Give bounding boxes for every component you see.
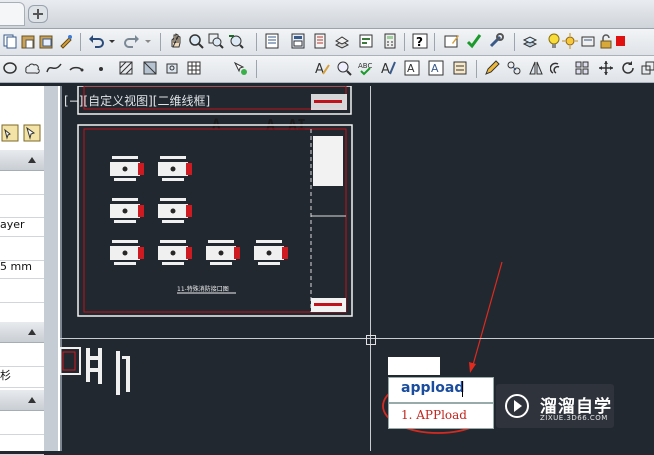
layer-manager-icon[interactable] <box>522 33 538 49</box>
collapse-icon <box>28 329 36 335</box>
move-arrows-icon[interactable] <box>598 60 614 76</box>
viewport-label[interactable]: [−][自定义视图][二维线框] <box>64 92 210 109</box>
tool-palettes-icon[interactable] <box>312 33 328 49</box>
circle-tool-icon[interactable] <box>2 60 18 76</box>
text-align-icon[interactable]: A <box>380 60 396 76</box>
play-logo-icon <box>505 394 529 418</box>
justify-text-icon[interactable]: A <box>428 60 444 76</box>
palette-section-header-3d[interactable] <box>0 322 44 343</box>
command-suggestion-label: 1. APPload <box>401 408 467 422</box>
gradient-icon[interactable] <box>142 60 158 76</box>
scale-icon[interactable] <box>640 60 654 76</box>
edit-text-icon[interactable]: A <box>314 60 330 76</box>
new-tab-button[interactable] <box>28 5 48 23</box>
collapse-icon <box>28 157 36 163</box>
edit-note-icon[interactable] <box>444 33 460 49</box>
paste-block-icon[interactable] <box>38 33 54 49</box>
text-frame-icon[interactable] <box>452 60 468 76</box>
watermark-subtitle: ZIXUE.3D66.COM <box>540 414 608 422</box>
paste-icon[interactable] <box>20 33 36 49</box>
checkmark-icon[interactable] <box>466 33 482 49</box>
drawing-sheet-main: 11-特殊消防接口图 <box>77 124 353 317</box>
pan-icon[interactable] <box>168 33 184 49</box>
standard-toolbar: ? @电 <box>0 29 654 77</box>
crosshair-pickbox <box>366 335 376 345</box>
plus-icon <box>33 9 43 19</box>
document-tab[interactable] <box>0 2 25 26</box>
collapse-icon <box>28 397 36 403</box>
spell-check-icon[interactable]: ABC <box>358 60 374 76</box>
palette-toolbar <box>1 124 41 142</box>
svg-text:A: A <box>315 62 324 76</box>
markup-set-icon[interactable] <box>358 33 374 49</box>
svg-text:A: A <box>381 62 390 76</box>
document-tab-strip <box>0 0 654 29</box>
layer-state-icon[interactable] <box>580 33 596 49</box>
array-icon[interactable] <box>574 60 590 76</box>
scale-text-icon[interactable]: A <box>404 60 420 76</box>
add-selected-icon[interactable] <box>232 60 248 76</box>
copy-icon[interactable] <box>2 33 18 49</box>
palette-row[interactable]: ayer <box>0 214 44 237</box>
rotate-icon[interactable] <box>620 60 636 76</box>
spline-icon[interactable] <box>46 60 62 76</box>
help-icon[interactable]: ? <box>412 33 428 49</box>
calculator-icon[interactable] <box>382 33 398 49</box>
revision-cloud-icon[interactable] <box>24 60 40 76</box>
properties-icon[interactable] <box>264 33 280 49</box>
zoom-realtime-icon[interactable] <box>188 33 204 49</box>
point-icon[interactable] <box>96 60 106 76</box>
dynamic-input-tooltip <box>388 357 440 375</box>
svg-text:?: ? <box>416 35 423 49</box>
undo-dropdown-icon[interactable] <box>108 33 116 49</box>
palette-row[interactable]: 5 mm <box>0 256 44 279</box>
offset-icon[interactable] <box>550 60 566 76</box>
command-input-text: appload <box>401 380 465 396</box>
palette-side-strip[interactable] <box>44 86 58 451</box>
undo-icon[interactable] <box>88 33 104 49</box>
pencil-icon[interactable] <box>484 60 500 76</box>
palette-row[interactable] <box>0 280 44 303</box>
tools-icon[interactable] <box>488 33 504 49</box>
sun-icon[interactable] <box>562 33 578 49</box>
sheet-caption: 11-特殊消防接口图 <box>177 285 229 293</box>
annotation-arrow <box>469 261 503 373</box>
palette-row[interactable]: 杉 <box>0 365 44 388</box>
crosshair-vertical <box>370 86 371 451</box>
redo-icon[interactable] <box>124 33 140 49</box>
palette-section-header-general[interactable] <box>0 150 44 171</box>
hatch-icon[interactable] <box>118 60 134 76</box>
table-icon[interactable] <box>186 60 202 76</box>
zoom-window-icon[interactable] <box>208 33 224 49</box>
move-icon[interactable] <box>506 60 522 76</box>
properties-palette: ayer 5 mm 杉 <box>0 86 62 455</box>
sheet-set-icon[interactable] <box>334 33 350 49</box>
draw-modify-toolbar: A A AI A ABC A A A <box>0 56 654 134</box>
find-replace-icon[interactable] <box>336 60 352 76</box>
text-caret <box>462 381 463 397</box>
lightbulb-icon[interactable] <box>546 33 562 49</box>
match-properties-icon[interactable] <box>58 33 74 49</box>
color-swatch-icon[interactable] <box>614 33 626 49</box>
zoom-previous-icon[interactable] <box>228 33 244 49</box>
redo-dropdown-icon[interactable] <box>144 33 152 49</box>
svg-text:A: A <box>431 62 439 75</box>
palette-section-header-geometry[interactable] <box>0 390 44 411</box>
palette-row[interactable] <box>0 172 44 195</box>
palette-row[interactable] <box>0 344 44 367</box>
mirror-icon[interactable] <box>528 60 544 76</box>
svg-text:A: A <box>407 62 415 75</box>
region-icon[interactable] <box>164 60 180 76</box>
ellipse-arc-icon[interactable] <box>68 60 84 76</box>
crosshair-horizontal <box>60 338 654 339</box>
palette-row[interactable] <box>0 432 44 455</box>
drawing-fragments-left <box>60 347 130 395</box>
unlock-icon[interactable] <box>598 33 614 49</box>
design-center-icon[interactable] <box>290 33 306 49</box>
